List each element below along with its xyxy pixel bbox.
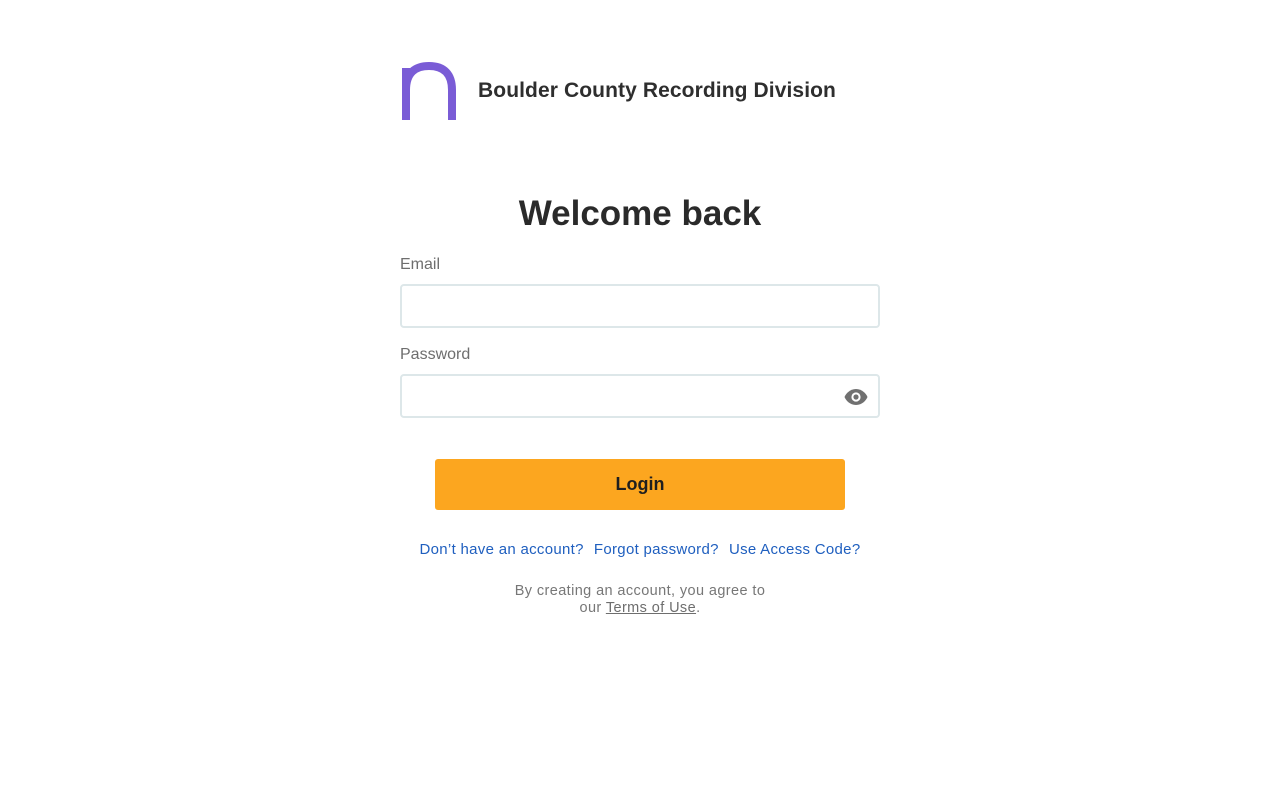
letter-n-logo-icon (402, 61, 456, 120)
password-field[interactable] (402, 376, 878, 416)
terms-notice-line2: our Terms of Use. (400, 600, 880, 617)
brand-header: Boulder County Recording Division (400, 60, 836, 122)
access-code-link[interactable]: Use Access Code? (729, 541, 861, 558)
password-field-container (400, 374, 880, 418)
terms-of-use-link[interactable]: Terms of Use (606, 600, 696, 616)
email-label: Email (400, 256, 441, 273)
terms-prefix: our (579, 600, 602, 616)
password-label: Password (400, 346, 471, 363)
email-field-container (400, 284, 880, 328)
terms-suffix: . (696, 600, 701, 616)
forgot-password-link[interactable]: Forgot password? (594, 541, 719, 558)
page-title: Welcome back (518, 194, 762, 233)
signup-link[interactable]: Don’t have an account? (420, 541, 584, 558)
login-button[interactable]: Login (435, 459, 845, 510)
login-page: Boulder County Recording Division Welcom… (0, 0, 1280, 800)
organization-name: Boulder County Recording Division (478, 79, 836, 102)
eye-icon[interactable] (844, 386, 868, 408)
email-field[interactable] (402, 286, 878, 326)
terms-notice: By creating an account, you agree to our… (400, 583, 880, 617)
auth-links: Don’t have an account? Forgot password? … (400, 541, 880, 558)
terms-notice-line1: By creating an account, you agree to (514, 583, 766, 599)
